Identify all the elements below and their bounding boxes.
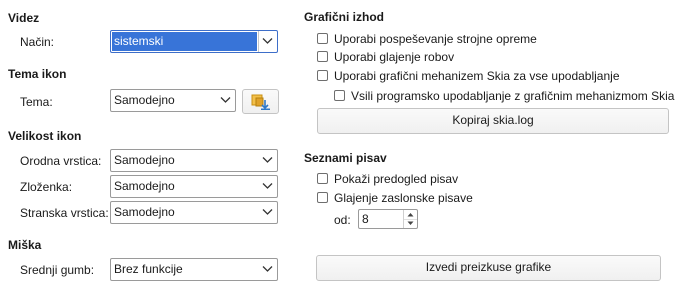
icon-theme-heading: Tema ikon [8,67,67,81]
chevron-down-icon[interactable] [259,150,277,171]
toolbar-size-select[interactable]: Samodejno [110,149,278,172]
graphics-output-heading: Grafični izhod [304,10,385,24]
copy-skia-log-button[interactable]: Kopiraj skia.log [317,108,669,134]
mouse-heading: Miška [8,238,42,252]
antialias-label: Uporabi glajenje robov [334,50,455,64]
notebookbar-size-select[interactable]: Samodejno [110,175,278,198]
mode-label: Način: [20,35,55,49]
notebookbar-size-label: Zloženka: [20,180,73,194]
theme-select[interactable]: Samodejno [110,89,236,112]
skia-label: Uporabi grafični mehanizem Skia za vse u… [334,69,620,83]
video-heading: Videz [8,11,40,25]
spin-down-icon[interactable] [404,219,417,228]
aa-from-label: od: [334,213,351,227]
sidebar-size-label: Stranska vrstica: [20,206,109,220]
chevron-down-icon[interactable] [217,90,235,111]
hw-accel-checkbox[interactable] [317,33,328,44]
run-graphics-tests-label: Izvedi preizkuse grafike [425,260,552,274]
sidebar-size-value: Samodejno [114,205,175,219]
font-preview-checkbox[interactable] [317,173,328,184]
aa-from-spinner[interactable]: 8 [358,209,418,229]
icon-size-heading: Velikost ikon [8,129,82,143]
run-graphics-tests-button[interactable]: Izvedi preizkuse grafike [316,255,661,281]
add-icon-theme-extension-icon [251,94,270,110]
force-skia-sw-label: Vsili programsko upodabljanje z grafični… [351,89,675,103]
mode-value: sistemski [112,32,257,51]
screen-font-aa-checkbox[interactable] [317,192,328,203]
toolbar-size-value: Samodejno [114,153,175,167]
middle-button-select[interactable]: Brez funkcije [110,258,278,281]
hw-accel-label: Uporabi pospeševanje strojne opreme [334,32,537,46]
force-skia-sw-checkbox[interactable] [334,90,345,101]
chevron-down-icon[interactable] [259,176,277,197]
copy-skia-log-label: Kopiraj skia.log [452,113,534,127]
theme-value: Samodejno [114,93,175,107]
add-icon-theme-button[interactable] [242,89,279,114]
chevron-down-icon[interactable] [259,259,277,280]
middle-button-label: Srednji gumb: [20,263,95,277]
chevron-down-icon[interactable] [258,31,277,52]
aa-from-value: 8 [362,212,369,226]
toolbar-size-label: Orodna vrstica: [20,154,102,168]
font-lists-heading: Seznami pisav [304,151,387,165]
notebookbar-size-value: Samodejno [114,179,175,193]
font-preview-label: Pokaži predogled pisav [334,172,459,186]
mode-select[interactable]: sistemski [110,30,278,53]
theme-label: Tema: [20,95,53,109]
antialias-checkbox[interactable] [317,51,328,62]
skia-checkbox[interactable] [317,70,328,81]
chevron-down-icon[interactable] [259,202,277,223]
middle-button-value: Brez funkcije [114,262,183,276]
sidebar-size-select[interactable]: Samodejno [110,201,278,224]
screen-font-aa-label: Glajenje zaslonske pisave [334,191,473,205]
